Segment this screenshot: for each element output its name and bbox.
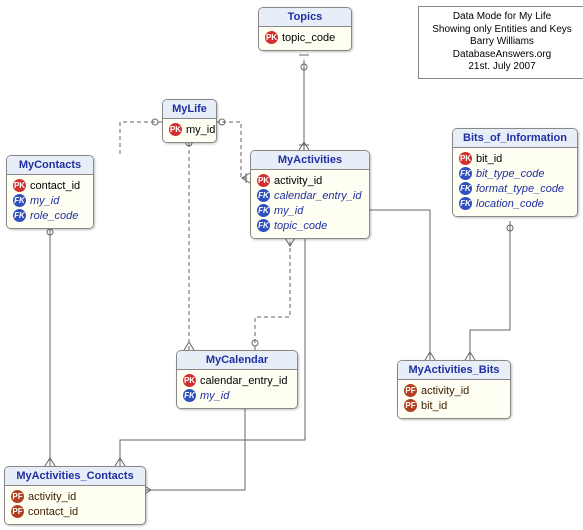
info-line: DatabaseAnswers.org <box>427 49 577 62</box>
attr-label: my_id <box>274 205 303 217</box>
entity-topics: Topics PK topic_code <box>258 7 352 51</box>
entity-title: MyActivities_Bits <box>398 361 510 380</box>
attr-label: my_id <box>186 124 215 136</box>
attr-row: PK topic_code <box>265 30 345 45</box>
fk-icon: FK <box>459 197 472 210</box>
fk-icon: FK <box>13 194 26 207</box>
entity-body: PK topic_code <box>259 27 351 50</box>
info-line: 21st. July 2007 <box>427 61 577 74</box>
entity-body: PF activity_id PF contact_id <box>5 486 145 524</box>
attr-label: contact_id <box>28 506 78 518</box>
attr-row: FK my_id <box>257 203 363 218</box>
entity-title: MyCalendar <box>177 351 297 370</box>
info-line: Showing only Entities and Keys <box>427 24 577 37</box>
pk-icon: PK <box>13 179 26 192</box>
entity-myactivities: MyActivities PK activity_id FK calendar_… <box>250 150 370 239</box>
fk-icon: FK <box>459 182 472 195</box>
attr-label: role_code <box>30 210 78 222</box>
pf-icon: PF <box>404 399 417 412</box>
pk-icon: PK <box>459 152 472 165</box>
entity-bits: Bits_of_Information PK bit_id FK bit_typ… <box>452 128 578 217</box>
attr-row: PF contact_id <box>11 504 139 519</box>
diagram-info-box: Data Mode for My Life Showing only Entit… <box>418 6 583 79</box>
fk-icon: FK <box>459 167 472 180</box>
attr-row: PF activity_id <box>404 383 504 398</box>
attr-label: calendar_entry_id <box>274 190 361 202</box>
attr-row: PK contact_id <box>13 178 87 193</box>
entity-mycontacts: MyContacts PK contact_id FK my_id FK rol… <box>6 155 94 229</box>
entity-title: MyContacts <box>7 156 93 175</box>
entity-body: PK contact_id FK my_id FK role_code <box>7 175 93 228</box>
attr-label: bit_id <box>476 153 502 165</box>
info-line: Data Mode for My Life <box>427 11 577 24</box>
entity-myactivities-contacts: MyActivities_Contacts PF activity_id PF … <box>4 466 146 525</box>
attr-row: FK my_id <box>13 193 87 208</box>
pk-icon: PK <box>265 31 278 44</box>
attr-label: topic_code <box>282 32 335 44</box>
pf-icon: PF <box>11 505 24 518</box>
attr-row: FK my_id <box>183 388 291 403</box>
attr-label: my_id <box>200 390 229 402</box>
attr-label: activity_id <box>421 385 469 397</box>
pk-icon: PK <box>169 123 182 136</box>
fk-icon: FK <box>183 389 196 402</box>
attr-row: PK my_id <box>169 122 210 137</box>
attr-label: bit_type_code <box>476 168 545 180</box>
entity-title: Bits_of_Information <box>453 129 577 148</box>
attr-row: PF activity_id <box>11 489 139 504</box>
attr-label: activity_id <box>28 491 76 503</box>
entity-body: PK calendar_entry_id FK my_id <box>177 370 297 408</box>
entity-title: MyActivities <box>251 151 369 170</box>
attr-row: PK activity_id <box>257 173 363 188</box>
fk-icon: FK <box>257 189 270 202</box>
attr-row: FK bit_type_code <box>459 166 571 181</box>
attr-row: PK bit_id <box>459 151 571 166</box>
pf-icon: PF <box>11 490 24 503</box>
entity-body: PK bit_id FK bit_type_code FK format_typ… <box>453 148 577 216</box>
attr-label: my_id <box>30 195 59 207</box>
attr-row: FK role_code <box>13 208 87 223</box>
attr-label: contact_id <box>30 180 80 192</box>
attr-row: FK calendar_entry_id <box>257 188 363 203</box>
entity-title: MyActivities_Contacts <box>5 467 145 486</box>
entity-mylife: MyLife PK my_id <box>162 99 217 143</box>
entity-body: PF activity_id PF bit_id <box>398 380 510 418</box>
fk-icon: FK <box>13 209 26 222</box>
attr-row: FK format_type_code <box>459 181 571 196</box>
info-line: Barry Williams <box>427 36 577 49</box>
attr-row: PK calendar_entry_id <box>183 373 291 388</box>
erd-connectors <box>0 0 583 530</box>
attr-label: format_type_code <box>476 183 564 195</box>
pf-icon: PF <box>404 384 417 397</box>
pk-icon: PK <box>257 174 270 187</box>
entity-body: PK my_id <box>163 119 216 142</box>
pk-icon: PK <box>183 374 196 387</box>
attr-label: calendar_entry_id <box>200 375 287 387</box>
fk-icon: FK <box>257 204 270 217</box>
attr-label: topic_code <box>274 220 327 232</box>
entity-mycalendar: MyCalendar PK calendar_entry_id FK my_id <box>176 350 298 409</box>
attr-label: bit_id <box>421 400 447 412</box>
attr-row: FK location_code <box>459 196 571 211</box>
attr-row: PF bit_id <box>404 398 504 413</box>
entity-title: Topics <box>259 8 351 27</box>
attr-row: FK topic_code <box>257 218 363 233</box>
attr-label: activity_id <box>274 175 322 187</box>
entity-body: PK activity_id FK calendar_entry_id FK m… <box>251 170 369 238</box>
attr-label: location_code <box>476 198 544 210</box>
entity-title: MyLife <box>163 100 216 119</box>
fk-icon: FK <box>257 219 270 232</box>
entity-myactivities-bits: MyActivities_Bits PF activity_id PF bit_… <box>397 360 511 419</box>
